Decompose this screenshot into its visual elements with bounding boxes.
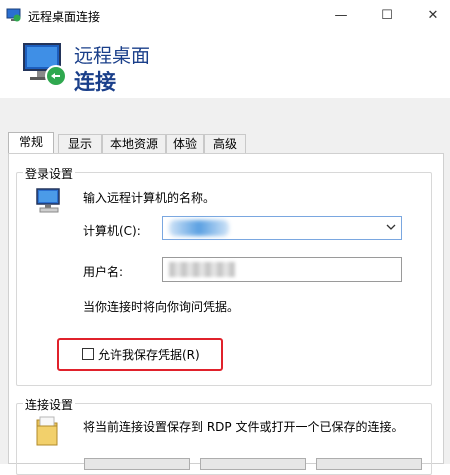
connection-settings-label: 连接设置 [23, 396, 76, 413]
tab-experience[interactable]: 体验 [166, 134, 204, 153]
save-button-partial[interactable] [84, 458, 190, 470]
computer-label: 计算机(C): [83, 224, 141, 238]
title-bar: 远程桌面连接 — ☐ ✕ [0, 0, 450, 31]
header-banner: 远程桌面 连接 [0, 30, 450, 98]
highlight-box [57, 338, 223, 371]
tab-display[interactable]: 显示 [58, 134, 102, 153]
chevron-down-icon[interactable] [385, 221, 397, 233]
computer-name-prompt: 输入远程计算机的名称。 [83, 191, 216, 205]
tab-general[interactable]: 常规 [8, 132, 54, 154]
redacted-username [169, 262, 235, 277]
login-settings-label: 登录设置 [23, 165, 76, 182]
banner-title-line1: 远程桌面 [74, 45, 151, 67]
minimize-button[interactable]: — [318, 0, 364, 30]
close-button[interactable]: ✕ [410, 0, 450, 30]
window-title: 远程桌面连接 [28, 10, 101, 24]
save-as-button-partial[interactable] [200, 458, 306, 470]
computer-combobox[interactable] [162, 216, 402, 240]
folder-file-icon [36, 416, 58, 446]
open-button-partial[interactable] [316, 458, 422, 470]
username-label: 用户名: [83, 265, 124, 279]
computer-icon [36, 188, 60, 213]
tab-local-resources[interactable]: 本地资源 [102, 134, 166, 153]
remote-desktop-icon [6, 8, 21, 22]
redacted-computer-name [169, 220, 229, 236]
username-field[interactable] [162, 257, 402, 282]
tab-advanced[interactable]: 高级 [204, 134, 246, 153]
monitor-connection-icon [23, 43, 67, 87]
credentials-note: 当你连接时将向你询问凭据。 [83, 300, 240, 314]
maximize-button[interactable]: ☐ [364, 0, 410, 30]
banner-title-line2: 连接 [74, 70, 116, 94]
connection-settings-description: 将当前连接设置保存到 RDP 文件或打开一个已保存的连接。 [83, 420, 404, 434]
